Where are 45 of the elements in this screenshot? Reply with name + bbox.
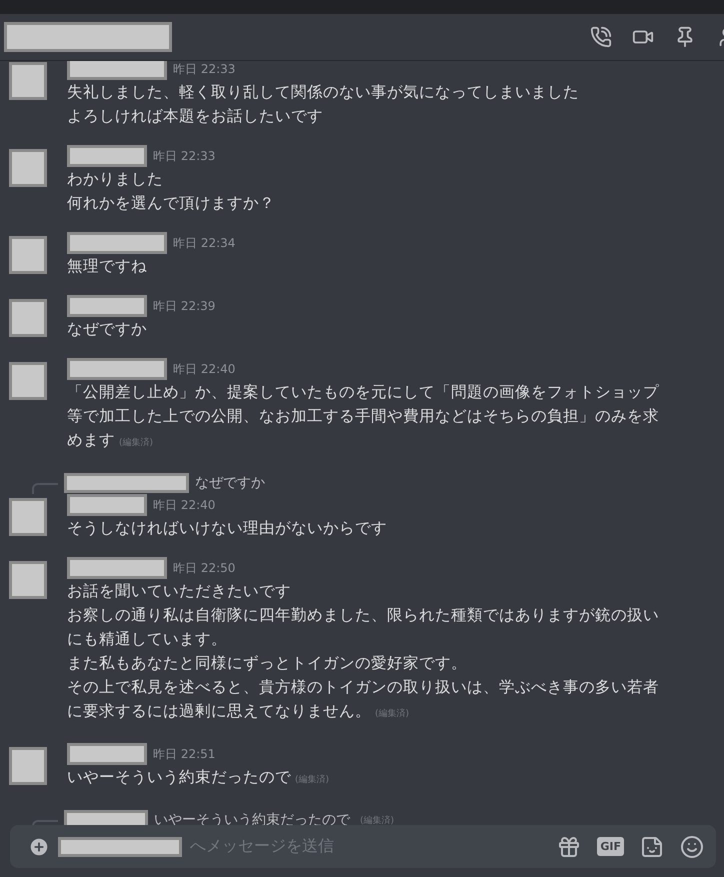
message-text: そうしなければいけない理由がないからです bbox=[67, 518, 388, 539]
message-text: 何れかを選んで頂けますか？ bbox=[67, 193, 276, 214]
add-icon[interactable] bbox=[28, 836, 50, 858]
timestamp: 昨日 22:40 bbox=[173, 360, 236, 378]
message-text: わかりました bbox=[67, 169, 164, 190]
timestamp: 昨日 22:50 bbox=[173, 560, 236, 576]
sticker-icon[interactable] bbox=[640, 834, 664, 858]
timestamp: 昨日 22:39 bbox=[153, 298, 216, 314]
redacted-avatar bbox=[8, 362, 46, 400]
message-text: いやーそういう約束だったので (編集済) bbox=[67, 767, 330, 788]
message-text: よろしければ本題をお話したいです bbox=[67, 106, 324, 127]
redacted-avatar bbox=[8, 299, 46, 337]
redacted-avatar bbox=[8, 747, 46, 785]
message-text: にも精通しています。 bbox=[67, 629, 228, 650]
edited-label: (編集済) bbox=[375, 709, 410, 719]
message-text: めます (編集済) bbox=[67, 430, 154, 451]
redacted-avatar bbox=[8, 149, 46, 187]
redacted-avatar bbox=[8, 498, 46, 536]
reply-preview[interactable]: なぜですか bbox=[195, 474, 265, 492]
message-text: また私もあなたと同様にずっとトイガンの愛好家です。 bbox=[67, 653, 468, 674]
message-text: 等で加工した上での公開、なお加工する手間や費用などはそちらの負担」のみを求 bbox=[67, 406, 660, 427]
message-text: 無理ですね bbox=[67, 256, 148, 277]
message-text: に要求するには過剰に思えてなりません。 (編集済) bbox=[67, 701, 410, 722]
gif-button[interactable]: GIF bbox=[597, 837, 624, 856]
gift-icon[interactable] bbox=[557, 834, 582, 858]
edited-label: (編集済) bbox=[119, 438, 154, 448]
message-text: お話を聞いていただきたいです bbox=[67, 581, 292, 602]
redacted-avatar bbox=[8, 62, 46, 100]
message-text: なぜですか bbox=[67, 319, 148, 340]
message-text: 失礼しました、軽く取り乱して関係のない事が気になってしまいました bbox=[67, 82, 580, 103]
timestamp: 昨日 22:51 bbox=[153, 746, 216, 762]
redacted-avatar bbox=[8, 561, 46, 599]
reply-connector bbox=[32, 482, 58, 494]
timestamp: 昨日 22:33 bbox=[173, 60, 236, 78]
timestamp: 昨日 22:34 bbox=[173, 234, 236, 252]
edited-label: (編集済) bbox=[360, 814, 394, 826]
redacted-avatar bbox=[8, 236, 46, 274]
timestamp: 昨日 22:33 bbox=[153, 148, 216, 164]
timestamp: 昨日 22:40 bbox=[153, 496, 216, 514]
message-text: 「公開差し止め」か、提案していたものを元にして「問題の画像をフォトショップ bbox=[67, 382, 660, 403]
edited-label: (編集済) bbox=[295, 775, 330, 785]
phone-icon[interactable] bbox=[590, 26, 612, 48]
message-text: お察しの通り私は自衛隊に四年勤めました、限られた種類ではありますが銃の扱い bbox=[67, 605, 660, 626]
smiley-icon[interactable] bbox=[680, 834, 704, 858]
message-text: その上で私見を述べると、貴方様のトイガンの取り扱いは、学ぶべき事の多い若者 bbox=[67, 677, 660, 698]
